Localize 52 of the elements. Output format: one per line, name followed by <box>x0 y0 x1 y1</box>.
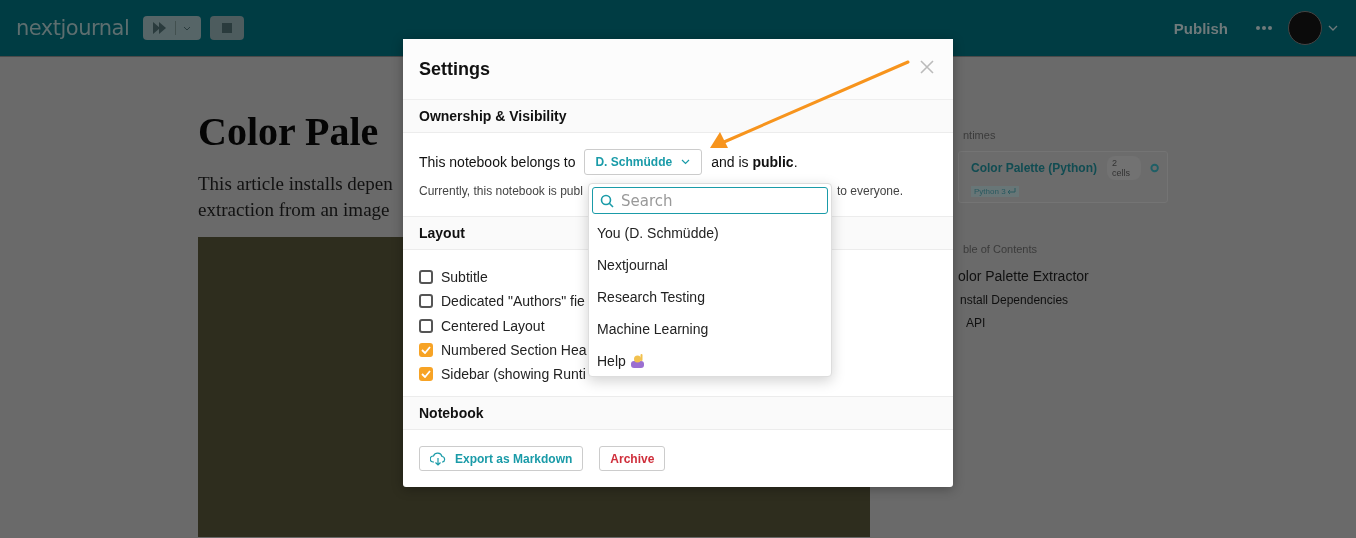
dialog-title: Settings <box>419 59 490 80</box>
checkbox-label: Sidebar (showing Runti <box>441 366 586 383</box>
archive-button[interactable]: Archive <box>599 446 666 471</box>
section-heading: Ownership & Visibility <box>403 100 953 133</box>
cloud-download-icon <box>430 451 446 466</box>
menu-item[interactable]: Help <box>592 345 828 377</box>
more-icon[interactable] <box>1256 26 1272 30</box>
checkbox[interactable] <box>419 318 433 333</box>
checkbox-label: Numbered Section Hea <box>441 342 587 359</box>
export-button[interactable]: Export as Markdown <box>419 446 584 471</box>
avatar[interactable] <box>1288 11 1322 45</box>
stop-button[interactable] <box>210 16 245 40</box>
visibility-note: to everyone. <box>836 184 903 198</box>
runtime-name[interactable]: Color Palette (Python) <box>971 161 1097 175</box>
checkbox-label: Dedicated "Authors" fie <box>441 293 585 310</box>
visibility-note: Currently, this notebook is publ <box>419 184 583 198</box>
checkbox[interactable] <box>419 367 433 382</box>
toc-link[interactable]: nstall Dependencies <box>960 293 1168 307</box>
menu-item[interactable]: Nextjournal <box>592 249 828 281</box>
checkbox[interactable] <box>419 343 433 358</box>
menu-item[interactable]: Machine Learning <box>592 313 828 345</box>
checkbox-label: Centered Layout <box>441 317 545 334</box>
checkbox[interactable] <box>419 270 433 285</box>
caret-icon <box>681 159 691 165</box>
fast-forward-icon <box>153 22 168 34</box>
search-field[interactable]: Search <box>592 187 828 214</box>
search-icon <box>600 194 614 208</box>
check-icon <box>421 370 431 379</box>
toc-link[interactable]: olor Palette Extractor <box>958 268 1168 284</box>
article-text: This article installs depen <box>198 172 393 196</box>
checkbox-label: Subtitle <box>441 269 488 286</box>
logo[interactable]: nextjournal <box>16 16 130 40</box>
close-icon[interactable] <box>920 59 934 74</box>
menu-item[interactable]: Research Testing <box>592 281 828 313</box>
article-title: Color Pale <box>198 110 379 154</box>
publish-button[interactable]: Publish <box>1167 18 1234 38</box>
checkbox[interactable] <box>419 294 433 309</box>
caret-icon <box>183 25 192 31</box>
article-text: extraction from an image <box>198 198 390 222</box>
check-icon <box>421 346 431 355</box>
person-raising-hand-icon <box>630 354 644 368</box>
caret-icon[interactable] <box>1328 25 1338 31</box>
toc-link[interactable]: API <box>966 316 1168 330</box>
return-icon <box>1006 188 1016 195</box>
stop-icon <box>222 23 233 33</box>
ownership-text: This notebook belongs to <box>419 154 576 170</box>
run-all-button[interactable] <box>143 16 202 40</box>
menu-item[interactable]: You (D. Schmüdde) <box>592 217 828 249</box>
visibility-text: and is public. <box>711 154 798 170</box>
owner-dropdown[interactable]: D. Schmüdde <box>584 149 703 175</box>
gear-icon[interactable] <box>1149 163 1159 173</box>
section-heading: Notebook <box>403 397 953 430</box>
